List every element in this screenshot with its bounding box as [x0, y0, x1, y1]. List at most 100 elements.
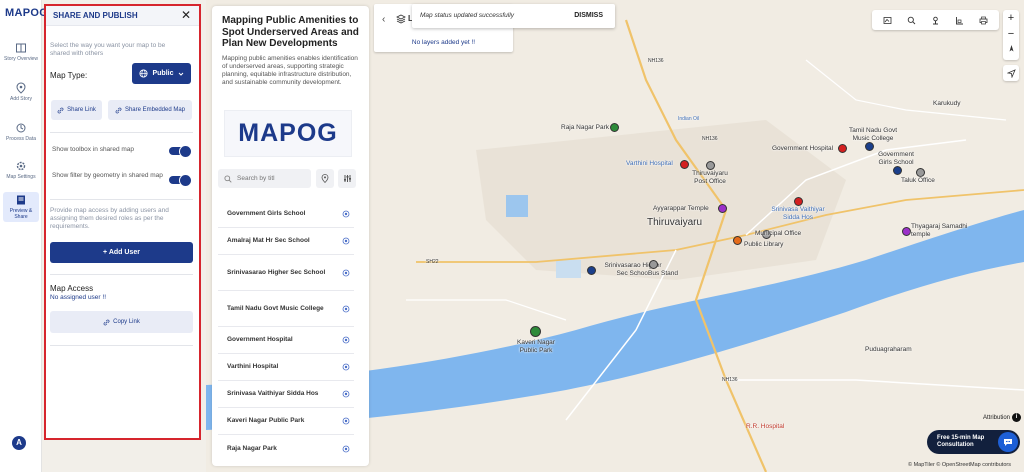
add-user-button[interactable]: + Add User	[50, 242, 193, 263]
poi-label: Thyagaraj Samadhi temple	[911, 223, 968, 238]
list-item[interactable]: Raja Nagar Park	[218, 435, 354, 462]
toggle-toolbox[interactable]	[169, 145, 192, 158]
share-embedded-map-button[interactable]: Share Embedded Map	[108, 100, 192, 120]
map-label-road: NH136	[722, 377, 738, 383]
poi-marker[interactable]	[733, 236, 742, 245]
list-item[interactable]: Varthini Hospital	[218, 354, 354, 381]
compass-icon[interactable]	[1007, 44, 1016, 53]
layers-icon[interactable]	[396, 14, 406, 24]
location-pin-icon	[321, 174, 329, 183]
globe-icon	[139, 69, 149, 78]
divider	[50, 345, 193, 346]
poi-marker[interactable]	[610, 123, 619, 132]
list-item[interactable]: Srinivasarao Higher Sec School	[218, 255, 354, 291]
location-filter-button[interactable]	[316, 169, 334, 188]
locate-button[interactable]	[1003, 65, 1019, 81]
chat-icon[interactable]	[998, 432, 1018, 452]
nav-preview-share[interactable]: Preview & Share	[3, 192, 39, 222]
target-icon[interactable]	[342, 336, 350, 344]
settings-icon	[16, 161, 26, 171]
share-link-label: Share Link	[67, 107, 96, 113]
list-item-label: Srinivasarao Higher Sec School	[227, 268, 326, 276]
poi-marker[interactable]	[530, 326, 541, 337]
toggle-filter[interactable]	[169, 174, 192, 187]
map-toolbar	[872, 10, 999, 30]
target-icon[interactable]	[342, 305, 350, 313]
map-access-title: Map Access	[50, 284, 94, 293]
toggle-toolbox-label: Show toolbox in shared map	[52, 146, 135, 153]
poi-label: Taluk Office	[901, 177, 935, 184]
list-item[interactable]: Kaveri Nagar Public Park	[218, 408, 354, 435]
measure-icon[interactable]	[955, 16, 964, 25]
list-item[interactable]: Government Girls School	[218, 201, 354, 228]
target-icon[interactable]	[342, 363, 350, 371]
zoom-in-button[interactable]: +	[1003, 10, 1019, 26]
poi-label: Public Library	[744, 241, 784, 248]
search-icon	[224, 174, 232, 183]
list-item[interactable]: Srinivasa Vaithiyar Sidda Hos	[218, 381, 354, 408]
poi-marker[interactable]	[680, 160, 689, 169]
poi-marker[interactable]	[718, 204, 727, 213]
target-icon[interactable]	[342, 269, 350, 277]
access-note-text: Provide map access by adding users and a…	[50, 207, 169, 230]
target-icon[interactable]	[342, 390, 350, 398]
map-type-label: Map Type:	[50, 71, 88, 80]
nav-map-settings[interactable]: Map Settings	[3, 158, 39, 180]
map-view-icon[interactable]	[883, 16, 892, 25]
nav-process-data-label: Process Data	[5, 136, 36, 142]
status-toast: Map status updated successfully DISMISS	[412, 4, 615, 28]
target-icon[interactable]	[342, 417, 350, 425]
list-item[interactable]: Government Hospital	[218, 327, 354, 354]
poi-marker[interactable]	[706, 161, 715, 170]
search-input[interactable]	[237, 175, 301, 182]
chevron-left-icon[interactable]: ‹	[382, 14, 385, 25]
search-icon[interactable]	[907, 16, 916, 25]
share-link-button[interactable]: Share Link	[51, 100, 102, 120]
nav-story-overview[interactable]: Story Overview	[3, 40, 39, 62]
poi-marker[interactable]	[649, 260, 658, 269]
chat-bubble-icon	[1004, 439, 1012, 446]
map-type-select[interactable]: Public	[132, 63, 191, 84]
share-panel-title: SHARE AND PUBLISH	[53, 11, 138, 20]
divider	[50, 199, 193, 200]
map-type-value: Public	[152, 70, 174, 77]
add-story-icon	[16, 82, 26, 94]
target-icon[interactable]	[342, 210, 350, 218]
target-icon[interactable]	[342, 445, 350, 453]
poi-marker[interactable]	[587, 266, 596, 275]
poi-marker[interactable]	[794, 197, 803, 206]
poi-label: Raja Nagar Park	[561, 124, 610, 131]
list-item-label: Raja Nagar Park	[227, 444, 277, 452]
poi-marker[interactable]	[916, 168, 925, 177]
attribution-label[interactable]: Attribution	[983, 415, 1010, 421]
info-icon[interactable]: i	[1012, 413, 1021, 422]
target-icon[interactable]	[342, 237, 350, 245]
nav-process-data[interactable]: Process Data	[3, 120, 39, 142]
dismiss-button[interactable]: DISMISS	[574, 12, 603, 19]
story-search[interactable]	[218, 169, 311, 188]
copy-link-button[interactable]: Copy Link	[50, 311, 193, 333]
list-item[interactable]: Amalraj Mat Hr Sec School	[218, 228, 354, 255]
story-panel: Mapping Public Amenities to Spot Underse…	[212, 6, 369, 466]
nav-add-story[interactable]: Add Story	[3, 80, 39, 102]
chevron-down-icon	[178, 72, 183, 76]
print-icon[interactable]	[979, 16, 988, 25]
nav-rail: MAPOG Story Overview Add Story Process D…	[0, 0, 48, 472]
link-icon	[57, 107, 64, 113]
poi-marker[interactable]	[838, 144, 847, 153]
poi-marker[interactable]	[902, 227, 911, 236]
poi-label: Municipal Office	[755, 230, 802, 237]
close-icon[interactable]: ✕	[181, 8, 191, 22]
poi-marker[interactable]	[893, 166, 902, 175]
user-location-icon[interactable]	[931, 16, 940, 25]
zoom-out-button[interactable]: −	[1003, 26, 1019, 42]
poi-label: Srinivasa Vaithiyar Sidda Hos	[771, 206, 825, 221]
copy-link-label: Copy Link	[113, 319, 140, 325]
filter-settings-button[interactable]	[338, 169, 356, 188]
poi-marker[interactable]	[865, 142, 874, 151]
consultation-button[interactable]: Free 15-min Map Consultation	[927, 430, 1020, 454]
list-item[interactable]: Tamil Nadu Govt Music College	[218, 291, 354, 327]
share-embedded-label: Share Embedded Map	[124, 107, 186, 113]
avatar[interactable]: A	[12, 436, 26, 450]
zoom-control: + −	[1003, 10, 1019, 60]
